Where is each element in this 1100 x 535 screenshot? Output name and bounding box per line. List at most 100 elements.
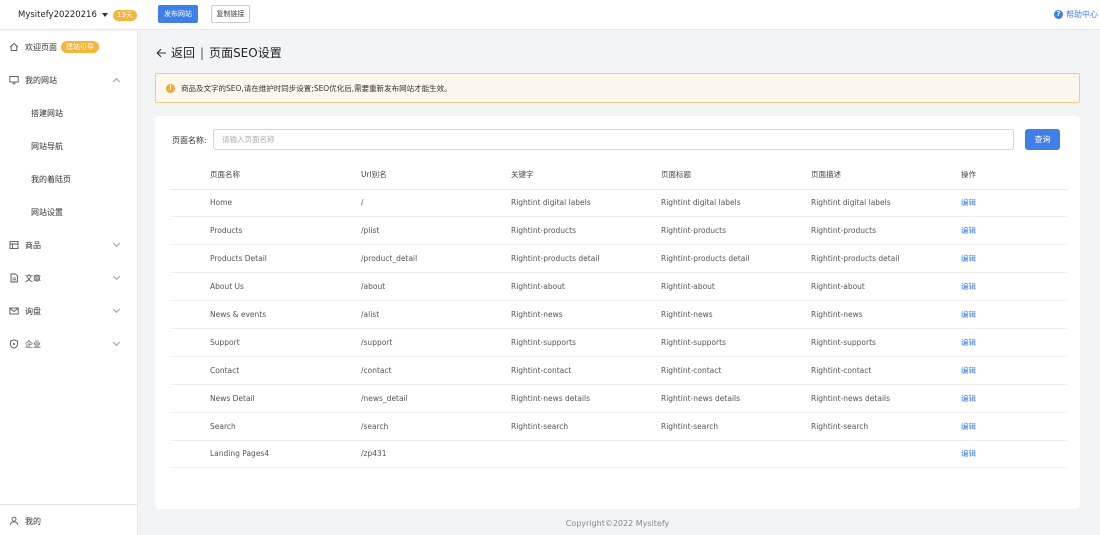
cell-url-alias: /product_detail (361, 244, 511, 274)
cell-page-title: Rightint-news details (661, 384, 811, 413)
cell-url-alias: /support (361, 328, 511, 357)
sidebar-item-site-settings[interactable]: 网站设置 (0, 200, 137, 224)
sidebar-footer: 我的 (0, 504, 137, 535)
cell-keywords: Rightint digital labels (511, 189, 661, 218)
cell-actions: 编辑 (961, 300, 1067, 329)
chevron-down-icon (112, 305, 121, 314)
cell-page-name: Landing Pages4 (170, 440, 361, 469)
site-selector[interactable]: Mysitefy20220216 13天 (18, 8, 137, 22)
sidebar-item-label: 网站设置 (31, 207, 63, 217)
cell-page-description: Rightint-search (811, 412, 961, 441)
column-header-keywords: 关键字 (511, 161, 661, 190)
table-header-row: 页面名称 Url别名 关键字 页面标题 页面描述 操作 (170, 161, 1067, 190)
cell-keywords: Rightint-supports (511, 328, 661, 357)
help-center-link[interactable]: ? 帮助中心 (1054, 9, 1098, 20)
edit-link[interactable]: 编辑 (961, 422, 976, 431)
cell-page-description: Rightint digital labels (811, 189, 961, 218)
cell-url-alias: /search (361, 412, 511, 441)
cell-url-alias: /contact (361, 356, 511, 385)
cell-page-name: Support (170, 328, 361, 357)
edit-link[interactable]: 编辑 (961, 310, 976, 319)
edit-link[interactable]: 编辑 (961, 366, 976, 375)
cell-page-title: Rightint-about (661, 272, 811, 302)
sidebar-item-site-navigation[interactable]: 网站导航 (0, 134, 137, 158)
cell-actions: 编辑 (961, 272, 1067, 302)
cell-page-description: Rightint-contact (811, 356, 961, 385)
table-row: Landing Pages4/zp431 编辑 (170, 440, 1067, 469)
title-separator: | (200, 45, 205, 60)
home-icon (9, 42, 19, 52)
query-button[interactable]: 查询 (1025, 129, 1060, 150)
top-bar: Mysitefy20220216 13天 发布网站 复制链接 ? 帮助中心 (0, 0, 1100, 30)
sidebar-item-landing-pages[interactable]: 我的着陆页 (0, 167, 137, 191)
sidebar-item-label: 网站导航 (31, 141, 63, 151)
grid-icon (9, 240, 19, 250)
cell-page-description: Rightint-products (811, 216, 961, 246)
cell-page-description: Rightint-about (811, 272, 961, 302)
cell-keywords: Rightint-products detail (511, 244, 661, 274)
cell-actions: 编辑 (961, 356, 1067, 385)
sidebar-item-inquiries[interactable]: 询盘 (0, 299, 137, 323)
cell-url-alias: /news_detail (361, 384, 511, 413)
cell-url-alias: / (361, 189, 511, 218)
sidebar-item-label: 我的 (25, 516, 41, 526)
site-name: Mysitefy20220216 (18, 10, 97, 20)
setup-guide-badge[interactable]: 建站引导 (61, 41, 99, 53)
cell-page-title: Rightint-products (661, 216, 811, 246)
page-name-search-input[interactable] (213, 129, 1014, 150)
table-row: About Us/about Rightint-about Rightint-abo… (170, 272, 1067, 302)
sidebar-item-welcome[interactable]: 欢迎页面 建站引导 (0, 35, 137, 59)
edit-link[interactable]: 编辑 (961, 338, 976, 347)
column-header-actions: 操作 (961, 161, 1067, 190)
edit-link[interactable]: 编辑 (961, 394, 976, 403)
cell-page-name: Products (170, 216, 361, 246)
arrow-left-icon (156, 48, 166, 57)
sidebar-item-company[interactable]: 企业 (0, 332, 137, 356)
edit-link[interactable]: 编辑 (961, 254, 976, 263)
table-row: Contact/contact Rightint-contact Rightint-… (170, 356, 1067, 385)
cell-keywords: Rightint-about (511, 272, 661, 302)
edit-link[interactable]: 编辑 (961, 449, 976, 458)
publish-site-button[interactable]: 发布网站 (158, 5, 198, 23)
sidebar-item-products[interactable]: 商品 (0, 233, 137, 257)
cell-page-name: Home (170, 189, 361, 218)
column-header-page-name: 页面名称 (170, 161, 361, 190)
cell-url-alias: /alist (361, 300, 511, 329)
cell-page-title: Rightint-news (661, 300, 811, 329)
cell-page-description: Rightint-news (811, 300, 961, 329)
chevron-down-icon (112, 239, 121, 248)
chevron-down-icon (112, 338, 121, 347)
document-icon (9, 273, 19, 283)
sidebar-item-my-site[interactable]: 我的网站 (0, 68, 137, 92)
edit-link[interactable]: 编辑 (961, 226, 976, 235)
question-circle-icon: ? (1054, 10, 1063, 19)
sidebar-item-label: 企业 (25, 339, 41, 349)
sidebar-item-build-site[interactable]: 搭建网站 (0, 101, 137, 125)
cell-page-description (811, 440, 961, 469)
cell-actions: 编辑 (961, 412, 1067, 441)
sidebar-item-label: 我的网站 (25, 75, 57, 85)
seo-panel: 页面名称: 查询 页面名称 Url别名 关键字 页面标题 页面描述 操作 Hom… (155, 116, 1080, 509)
back-label: 返回 (171, 46, 196, 60)
copy-link-button[interactable]: 复制链接 (211, 5, 250, 23)
cell-actions: 编辑 (961, 384, 1067, 413)
sidebar-item-articles[interactable]: 文章 (0, 266, 137, 290)
user-icon (9, 516, 19, 526)
help-center-label: 帮助中心 (1066, 10, 1098, 19)
edit-link[interactable]: 编辑 (961, 282, 976, 291)
cell-page-title: Rightint-search (661, 412, 811, 441)
cell-actions: 编辑 (961, 189, 1067, 218)
cell-url-alias: /zp431 (361, 440, 511, 469)
copyright-footer: Copyright©2022 Mysitefy (565, 519, 670, 528)
column-header-page-title: 页面标题 (661, 161, 811, 190)
cell-actions: 编辑 (961, 440, 1067, 469)
back-button[interactable]: 返回 (156, 44, 195, 61)
shield-icon (9, 339, 19, 349)
edit-link[interactable]: 编辑 (961, 198, 976, 207)
sidebar-item-mine[interactable]: 我的 (0, 509, 137, 533)
cell-page-name: About Us (170, 272, 361, 302)
cell-page-name: News & events (170, 300, 361, 329)
cell-keywords: Rightint-products (511, 216, 661, 246)
cell-actions: 编辑 (961, 328, 1067, 357)
cell-page-title (661, 440, 811, 469)
